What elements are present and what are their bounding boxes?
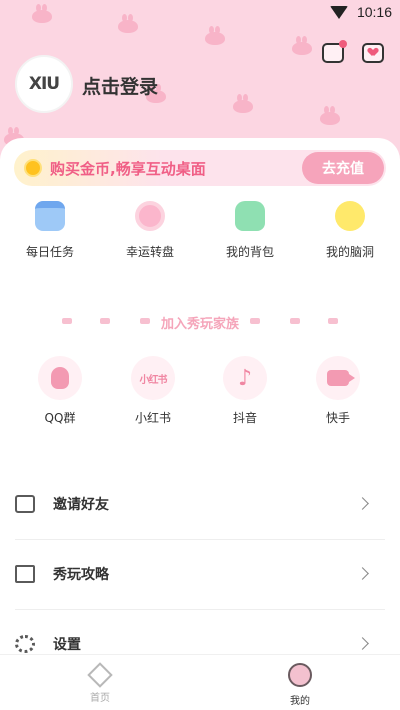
quick-action-label: 幸运转盘 xyxy=(125,245,174,259)
tab-label: 我的 xyxy=(290,696,310,707)
chevron-right-icon xyxy=(356,637,369,650)
social-kuaishou[interactable]: 快手 xyxy=(298,356,378,426)
menu-item-guide[interactable]: 秀玩攻略 xyxy=(15,540,385,610)
heart-card-icon[interactable] xyxy=(362,43,384,63)
book-icon xyxy=(15,565,35,583)
main-card: 购买金币,畅享互动桌面 去充值 每日任务 幸运转盘 我的背包 我的脑洞 加入秀玩… xyxy=(0,138,400,668)
quick-action-ideas[interactable]: 我的脑洞 xyxy=(310,201,390,260)
bunny-pattern-icon xyxy=(292,36,312,55)
crown-icon xyxy=(250,318,260,324)
bunny-pattern-icon xyxy=(205,26,225,45)
crown-icon xyxy=(290,318,300,324)
xiaohongshu-icon: 小红书 xyxy=(139,374,168,386)
quick-action-daily-tasks[interactable]: 每日任务 xyxy=(10,201,90,260)
menu-item-label: 邀请好友 xyxy=(53,497,109,513)
lucky-wheel-icon xyxy=(135,201,165,231)
tab-label: 首页 xyxy=(90,693,110,704)
qq-circle xyxy=(38,356,82,400)
qq-penguin-icon xyxy=(51,367,69,389)
quick-action-label: 每日任务 xyxy=(25,245,74,259)
menu-item-label: 设置 xyxy=(53,637,81,653)
social-label: 快手 xyxy=(325,411,350,425)
kuaishou-circle xyxy=(316,356,360,400)
bottom-tab-bar: 首页 我的 xyxy=(0,654,400,710)
lightbulb-icon xyxy=(335,201,365,231)
social-label: QQ群 xyxy=(44,411,76,425)
profile-face-icon xyxy=(288,663,312,687)
kuaishou-icon xyxy=(327,370,355,386)
social-douyin[interactable]: ♪ 抖音 xyxy=(205,356,285,426)
douyin-circle: ♪ xyxy=(223,356,267,400)
message-icon[interactable] xyxy=(322,40,347,63)
douyin-icon: ♪ xyxy=(237,365,253,391)
social-label: 小红书 xyxy=(134,411,171,425)
social-xiaohongshu[interactable]: 小红书 小红书 xyxy=(113,356,193,426)
menu-item-label: 秀玩攻略 xyxy=(53,567,109,583)
coin-banner[interactable]: 购买金币,畅享互动桌面 去充值 xyxy=(14,150,386,186)
home-diamond-icon xyxy=(87,662,113,688)
family-title: 加入秀玩家族 xyxy=(160,317,239,332)
login-link[interactable]: 点击登录 xyxy=(82,72,158,99)
status-time: 10:16 xyxy=(356,4,392,20)
backpack-icon xyxy=(235,201,265,231)
bunny-pattern-icon xyxy=(320,106,340,125)
family-section-header: 加入秀玩家族 xyxy=(0,313,400,332)
chevron-right-icon xyxy=(356,497,369,510)
status-bar: 10:16 xyxy=(0,0,400,26)
notification-dot xyxy=(339,40,347,48)
envelope-icon xyxy=(15,495,35,513)
calendar-check-icon xyxy=(35,201,65,231)
quick-action-label: 我的背包 xyxy=(225,245,274,259)
gear-icon xyxy=(15,635,35,653)
social-label: 抖音 xyxy=(232,411,257,425)
banner-text: 购买金币,畅享互动桌面 xyxy=(50,160,206,178)
chevron-right-icon xyxy=(356,567,369,580)
xiaohongshu-circle: 小红书 xyxy=(131,356,175,400)
quick-action-label: 我的脑洞 xyxy=(325,245,374,259)
avatar-logo: XIU xyxy=(28,74,60,94)
menu-item-invite[interactable]: 邀请好友 xyxy=(15,470,385,540)
bunny-pattern-icon xyxy=(233,94,253,113)
wifi-icon xyxy=(330,6,348,19)
recharge-button[interactable]: 去充值 xyxy=(302,152,384,184)
heart-icon xyxy=(369,48,377,56)
crown-icon xyxy=(328,318,338,324)
quick-action-lucky-wheel[interactable]: 幸运转盘 xyxy=(110,201,190,260)
tab-home[interactable]: 首页 xyxy=(60,662,140,704)
tab-me[interactable]: 我的 xyxy=(260,663,340,707)
avatar[interactable]: XIU xyxy=(15,55,73,113)
coin-icon xyxy=(24,159,42,177)
quick-action-backpack[interactable]: 我的背包 xyxy=(210,201,290,260)
social-qq-group[interactable]: QQ群 xyxy=(20,356,100,426)
